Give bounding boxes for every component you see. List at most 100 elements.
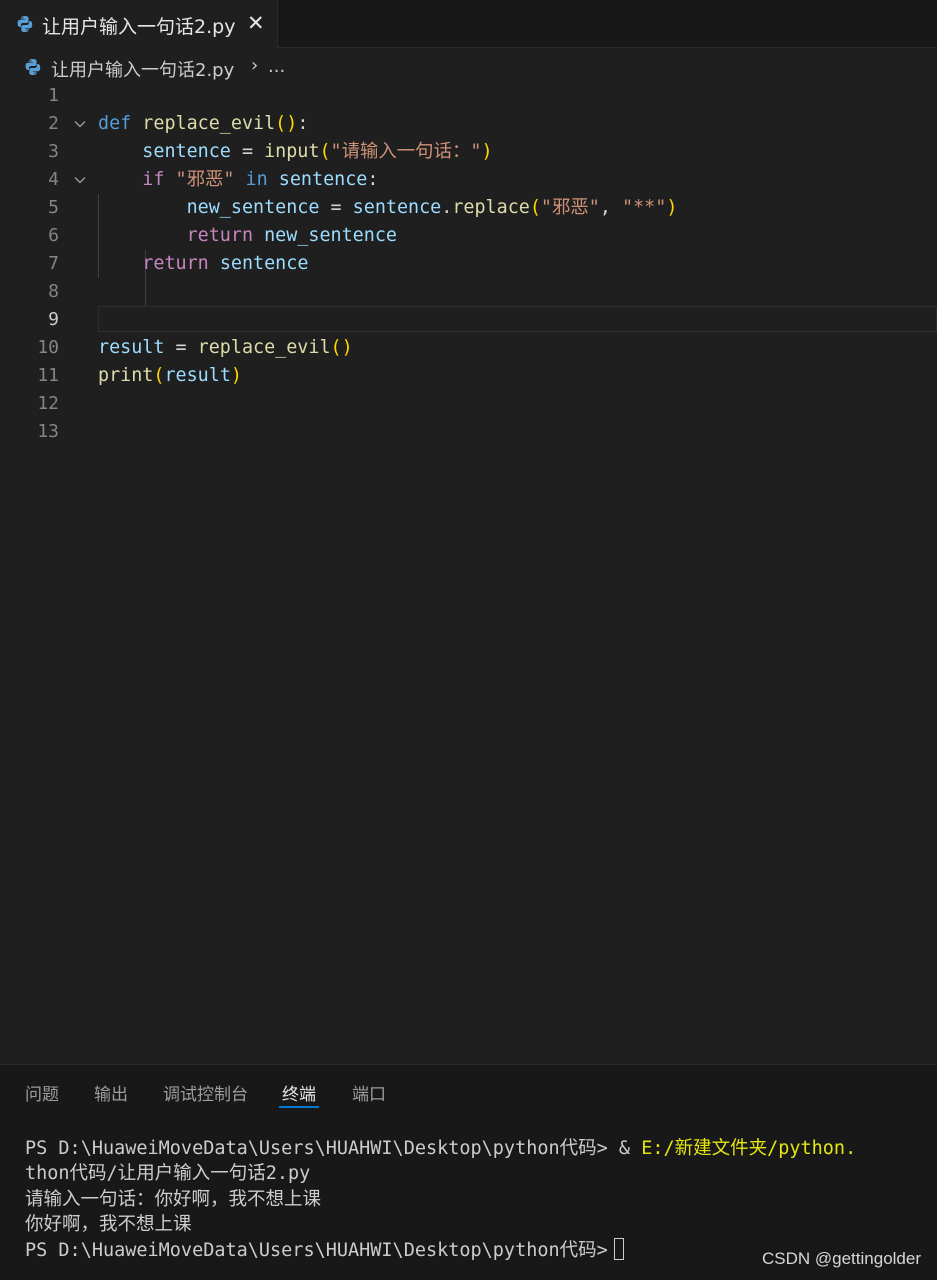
code-text: return new_sentence — [98, 222, 397, 250]
code-token: new_sentence — [264, 225, 397, 246]
code-token: ) — [481, 141, 493, 162]
code-token: "邪恶" — [540, 197, 600, 218]
code-token: ( — [319, 141, 331, 162]
terminal-cursor — [613, 1238, 624, 1260]
breadcrumb: 让用户输入一句话2.py › ... — [0, 48, 937, 86]
code-token: . — [441, 197, 453, 218]
code-token: new_sentence — [186, 197, 320, 218]
watermark: CSDN @gettingolder — [762, 1249, 921, 1268]
code-token: : — [367, 169, 379, 190]
tab-output[interactable]: 输出 — [94, 1080, 128, 1105]
code-token: sentence — [142, 141, 231, 162]
line-number: 9 — [48, 309, 59, 330]
breadcrumb-file[interactable]: 让用户输入一句话2.py — [51, 56, 234, 82]
editor-tab[interactable]: 让用户输入一句话2.py ✕ — [0, 0, 278, 48]
code-token: : — [297, 113, 309, 134]
code-text: if "邪恶" in sentence: — [98, 166, 378, 194]
line-number: 2 — [48, 113, 59, 134]
code-token: ) — [666, 197, 678, 218]
code-token: if — [142, 169, 165, 190]
tab-filename: 让用户输入一句话2.py — [42, 16, 236, 38]
code-line[interactable]: 7 return sentence — [0, 250, 937, 278]
code-text: result = replace_evil() — [98, 334, 353, 362]
code-line[interactable]: 11 print(result) — [0, 362, 937, 390]
code-token: print — [98, 365, 154, 386]
line-number: 10 — [37, 337, 59, 358]
close-icon[interactable]: ✕ — [247, 11, 265, 35]
tab-terminal[interactable]: 终端 — [282, 1080, 316, 1105]
breadcrumb-symbols[interactable]: ... — [268, 56, 285, 77]
code-line[interactable]: 12 — [0, 390, 937, 418]
line-number: 8 — [48, 281, 59, 302]
code-line[interactable]: 1 — [0, 82, 937, 110]
line-number: 1 — [48, 85, 59, 106]
tab-debug-console[interactable]: 调试控制台 — [163, 1080, 248, 1105]
line-number: 7 — [48, 253, 59, 274]
code-line[interactable]: 10 result = replace_evil() — [0, 334, 937, 362]
editor-tab-bar: 让用户输入一句话2.py ✕ — [0, 0, 937, 48]
tab-problems[interactable]: 问题 — [25, 1080, 59, 1105]
code-line[interactable]: 8 — [0, 278, 937, 306]
line-number: 4 — [48, 169, 59, 190]
code-token: ( — [153, 365, 165, 386]
code-token: def — [98, 113, 132, 134]
terminal-prompt: PS D:\HuaweiMoveData\Users\HUAHWI\Deskto… — [25, 1138, 619, 1159]
code-token: "邪恶" — [175, 169, 235, 190]
line-number: 6 — [48, 225, 59, 246]
vscode-window: 让用户输入一句话2.py ✕ 让用户输入一句话2.py › ... 1 2 def … — [0, 0, 937, 1280]
code-line[interactable]: 4 if "邪恶" in sentence: — [0, 166, 937, 194]
code-editor[interactable]: 1 2 def replace_evil(): 3 sentence = input(… — [0, 82, 937, 1062]
code-token: sentence — [352, 197, 442, 218]
terminal-prompt: PS D:\HuaweiMoveData\Users\HUAHWI\Deskto… — [25, 1240, 608, 1261]
terminal-line: PS D:\HuaweiMoveData\Users\HUAHWI\Deskto… — [25, 1238, 624, 1264]
code-token: in — [245, 169, 268, 190]
code-token: sentence — [219, 253, 309, 274]
code-line[interactable]: 13 — [0, 418, 937, 446]
code-text: print(result) — [98, 362, 242, 390]
code-token: , — [599, 197, 623, 218]
code-text: def replace_evil(): — [98, 110, 308, 138]
python-icon — [16, 15, 34, 33]
code-line[interactable]: 6 return new_sentence — [0, 222, 937, 250]
active-tab-indicator — [279, 1106, 319, 1108]
terminal-line: thon代码/让用户输入一句话2.py — [25, 1163, 311, 1184]
code-line[interactable]: 3 sentence = input("请输入一句话：") — [0, 138, 937, 166]
code-token: replace_evil — [142, 113, 276, 134]
code-token: return — [186, 225, 254, 246]
code-token: replace — [452, 197, 530, 218]
line-number: 5 — [48, 197, 59, 218]
code-token: "请输入一句话：" — [330, 141, 482, 162]
terminal-line: PS D:\HuaweiMoveData\Users\HUAHWI\Deskto… — [25, 1136, 856, 1162]
chevron-right-icon: › — [251, 55, 259, 76]
line-number: 13 — [37, 421, 59, 442]
code-token: ( — [529, 197, 541, 218]
code-token: = — [319, 197, 353, 218]
code-token: = — [230, 141, 265, 162]
line-number: 12 — [37, 393, 59, 414]
terminal-command-op: & — [618, 1138, 642, 1159]
code-token: return — [142, 253, 209, 274]
code-token: result — [98, 337, 165, 358]
code-line[interactable]: 5 new_sentence = sentence.replace("邪恶", … — [0, 194, 937, 222]
code-token: = — [164, 337, 198, 358]
code-line[interactable]: 2 def replace_evil(): — [0, 110, 937, 138]
code-token: input — [264, 141, 320, 162]
code-line[interactable]: 9 — [0, 306, 937, 334]
terminal-line: 请输入一句话：你好啊，我不想上课 — [25, 1189, 322, 1210]
tab-ports[interactable]: 端口 — [352, 1080, 386, 1105]
chevron-down-icon[interactable] — [72, 172, 88, 188]
chevron-down-icon[interactable] — [72, 116, 88, 132]
code-token: "**" — [622, 197, 667, 218]
code-text: sentence = input("请输入一句话：") — [98, 138, 493, 166]
line-number: 11 — [37, 365, 59, 386]
